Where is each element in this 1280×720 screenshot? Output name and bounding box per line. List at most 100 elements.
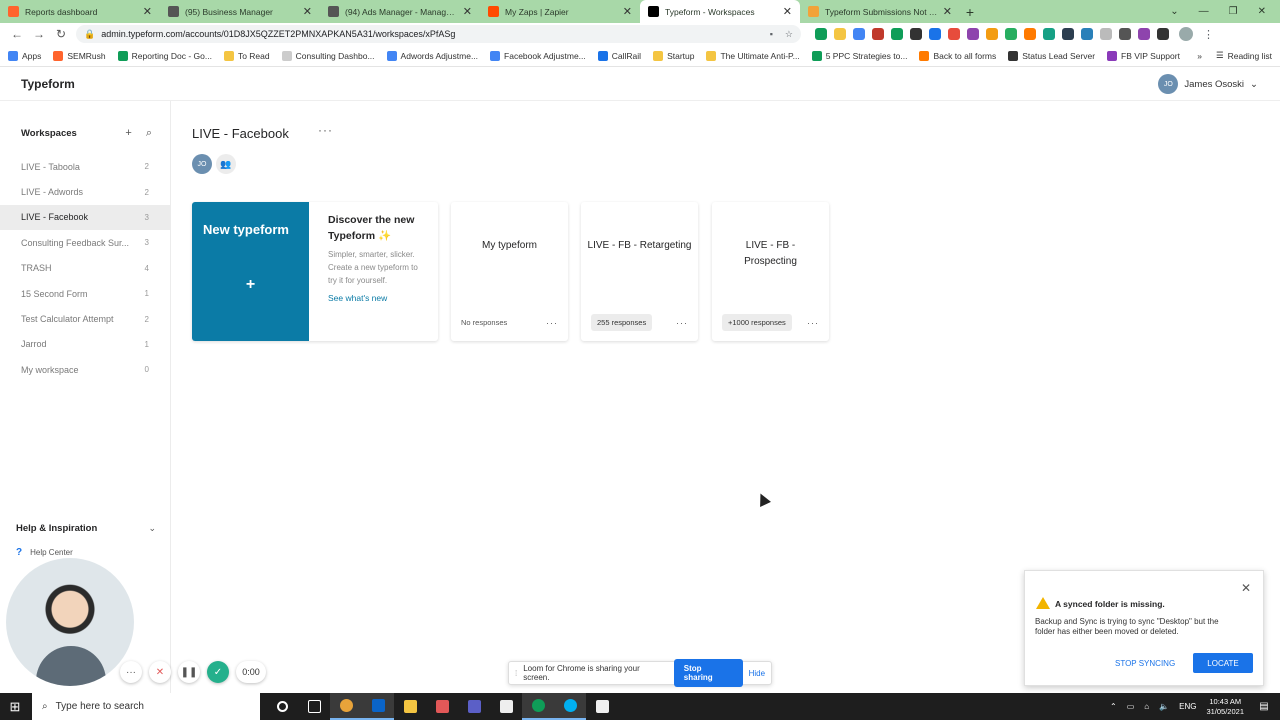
- typeform-logo[interactable]: Typeform: [21, 77, 75, 91]
- language-indicator[interactable]: ENG: [1179, 702, 1196, 711]
- sidebar-workspace-item[interactable]: 15 Second Form 1: [0, 281, 170, 306]
- chrome-profile-icon[interactable]: [522, 693, 554, 720]
- bookmark-item[interactable]: Facebook Adjustme...: [490, 50, 586, 61]
- bookmark-item[interactable]: 5 PPC Strategies to...: [811, 50, 907, 61]
- taskbar-search[interactable]: ⌕ Type here to search: [32, 693, 260, 720]
- more-bookmarks-icon[interactable]: »: [1197, 51, 1202, 61]
- browser-tab[interactable]: My Zaps | Zapier ✕: [480, 0, 640, 23]
- drag-handle-icon[interactable]: ⁞: [515, 669, 517, 678]
- close-window-button[interactable]: ✕: [1258, 6, 1266, 17]
- bookmark-item[interactable]: The Ultimate Anti-P...: [706, 50, 800, 61]
- bookmark-item[interactable]: Startup: [653, 50, 694, 61]
- notifications-icon[interactable]: ▤: [1254, 701, 1274, 712]
- browser-tab[interactable]: (94) Ads Manager - Manage ads ✕: [320, 0, 480, 23]
- responses-badge[interactable]: +1000 responses: [722, 314, 792, 331]
- app-icon[interactable]: [490, 693, 522, 720]
- file-explorer-icon[interactable]: [394, 693, 426, 720]
- close-tab-icon[interactable]: ✕: [143, 5, 152, 18]
- bookmark-item[interactable]: To Read: [223, 50, 270, 61]
- member-avatar[interactable]: JO: [192, 154, 212, 174]
- browser-tab[interactable]: (95) Business Manager ✕: [160, 0, 320, 23]
- bookmark-item[interactable]: FB VIP Support: [1107, 50, 1180, 61]
- maximize-button[interactable]: ❐: [1229, 6, 1238, 17]
- skype-icon[interactable]: [554, 693, 586, 720]
- form-options-icon[interactable]: ···: [676, 318, 688, 328]
- extension-icon[interactable]: [1024, 28, 1036, 40]
- extension-icon[interactable]: [815, 28, 827, 40]
- close-icon[interactable]: ✕: [1241, 581, 1251, 595]
- bookmark-item[interactable]: Consulting Dashbo...: [281, 50, 375, 61]
- windows-start-icon[interactable]: ⊞: [0, 693, 30, 720]
- extension-icon[interactable]: [853, 28, 865, 40]
- extension-icon[interactable]: [1062, 28, 1074, 40]
- browser-menu-icon[interactable]: ⋮: [1203, 28, 1214, 41]
- workspace-title[interactable]: LIVE - Facebook: [192, 126, 289, 141]
- new-typeform-button[interactable]: New typeform +: [192, 202, 309, 341]
- task-view-icon[interactable]: [298, 693, 330, 720]
- sidebar-workspace-item[interactable]: LIVE - Facebook 3: [0, 204, 170, 231]
- bookmark-item[interactable]: Back to all forms: [919, 50, 996, 61]
- loom-finish-button[interactable]: ✓: [207, 661, 229, 683]
- bookmark-item[interactable]: Apps: [8, 50, 41, 61]
- browser-tab[interactable]: Typeform - Workspaces ✕: [640, 0, 800, 23]
- extension-icon[interactable]: [1081, 28, 1093, 40]
- extension-icon[interactable]: [834, 28, 846, 40]
- close-tab-icon[interactable]: ✕: [303, 5, 312, 18]
- notepad-icon[interactable]: [586, 693, 618, 720]
- extension-icon[interactable]: [929, 28, 941, 40]
- minimize-button[interactable]: —: [1199, 6, 1209, 17]
- extension-icon[interactable]: [1100, 28, 1112, 40]
- extension-icon[interactable]: [948, 28, 960, 40]
- url-bar[interactable]: 🔒 admin.typeform.com/accounts/01D8JX5QZZ…: [76, 25, 801, 43]
- profile-avatar[interactable]: [1179, 27, 1193, 41]
- help-section-header[interactable]: Help & Inspiration ⌄: [16, 523, 156, 534]
- extension-icon[interactable]: [1043, 28, 1055, 40]
- sidebar-workspace-item[interactable]: LIVE - Adwords 2: [0, 179, 170, 204]
- sidebar-workspace-item[interactable]: Jarrod 1: [0, 332, 170, 357]
- new-tab-button[interactable]: +: [960, 0, 980, 23]
- loom-webcam-bubble[interactable]: [6, 558, 134, 686]
- see-whats-new-link[interactable]: See what's new: [328, 293, 428, 303]
- hide-button[interactable]: Hide: [749, 669, 765, 678]
- loom-cancel-button[interactable]: ✕: [149, 661, 171, 683]
- search-icon[interactable]: ⌕: [146, 127, 152, 140]
- extension-icon[interactable]: [986, 28, 998, 40]
- puzzle-icon[interactable]: [1157, 28, 1169, 40]
- form-card[interactable]: LIVE - FB - Retargeting 255 responses ··…: [581, 202, 698, 341]
- user-menu[interactable]: JO James Ososki ⌄: [1158, 74, 1258, 94]
- sidebar-workspace-item[interactable]: My workspace 0: [0, 357, 170, 382]
- extension-icon[interactable]: [967, 28, 979, 40]
- reload-button[interactable]: ↻: [50, 27, 72, 41]
- form-card[interactable]: My typeform No responses ···: [451, 202, 568, 341]
- outlook-icon[interactable]: [362, 693, 394, 720]
- volume-icon[interactable]: 🔈: [1159, 702, 1169, 711]
- bookmark-item[interactable]: SEMRush: [53, 50, 106, 61]
- cortana-icon[interactable]: [266, 693, 298, 720]
- responses-count[interactable]: No responses: [461, 314, 507, 331]
- locate-button[interactable]: LOCATE: [1193, 653, 1253, 673]
- close-tab-icon[interactable]: ✕: [623, 5, 632, 18]
- extension-icon[interactable]: [1005, 28, 1017, 40]
- loom-more-icon[interactable]: ···: [120, 661, 142, 683]
- form-options-icon[interactable]: ···: [807, 318, 819, 328]
- extension-icon[interactable]: [1119, 28, 1131, 40]
- stop-syncing-button[interactable]: STOP SYNCING: [1115, 659, 1175, 668]
- help-center-link[interactable]: ? Help Center: [16, 547, 73, 558]
- extension-icon[interactable]: [891, 28, 903, 40]
- close-tab-icon[interactable]: ✕: [463, 5, 472, 18]
- responses-badge[interactable]: 255 responses: [591, 314, 653, 331]
- bookmark-item[interactable]: Reporting Doc - Go...: [117, 50, 212, 61]
- stop-sharing-button[interactable]: Stop sharing: [673, 659, 743, 687]
- browser-tab[interactable]: Reports dashboard ✕: [0, 0, 160, 23]
- network-icon[interactable]: ⌂: [1144, 702, 1149, 711]
- loom-pause-button[interactable]: ❚❚: [178, 661, 200, 683]
- extension-icon[interactable]: [872, 28, 884, 40]
- sidebar-workspace-item[interactable]: LIVE - Taboola 2: [0, 154, 170, 179]
- browser-tab[interactable]: Typeform Submissions Not Track ✕: [800, 0, 960, 23]
- chevron-up-icon[interactable]: ⌃: [1110, 702, 1117, 711]
- close-tab-icon[interactable]: ✕: [783, 5, 792, 18]
- app-icon[interactable]: [426, 693, 458, 720]
- bookmark-item[interactable]: Adwords Adjustme...: [386, 50, 478, 61]
- form-options-icon[interactable]: ···: [546, 318, 558, 328]
- sidebar-workspace-item[interactable]: TRASH 4: [0, 256, 170, 281]
